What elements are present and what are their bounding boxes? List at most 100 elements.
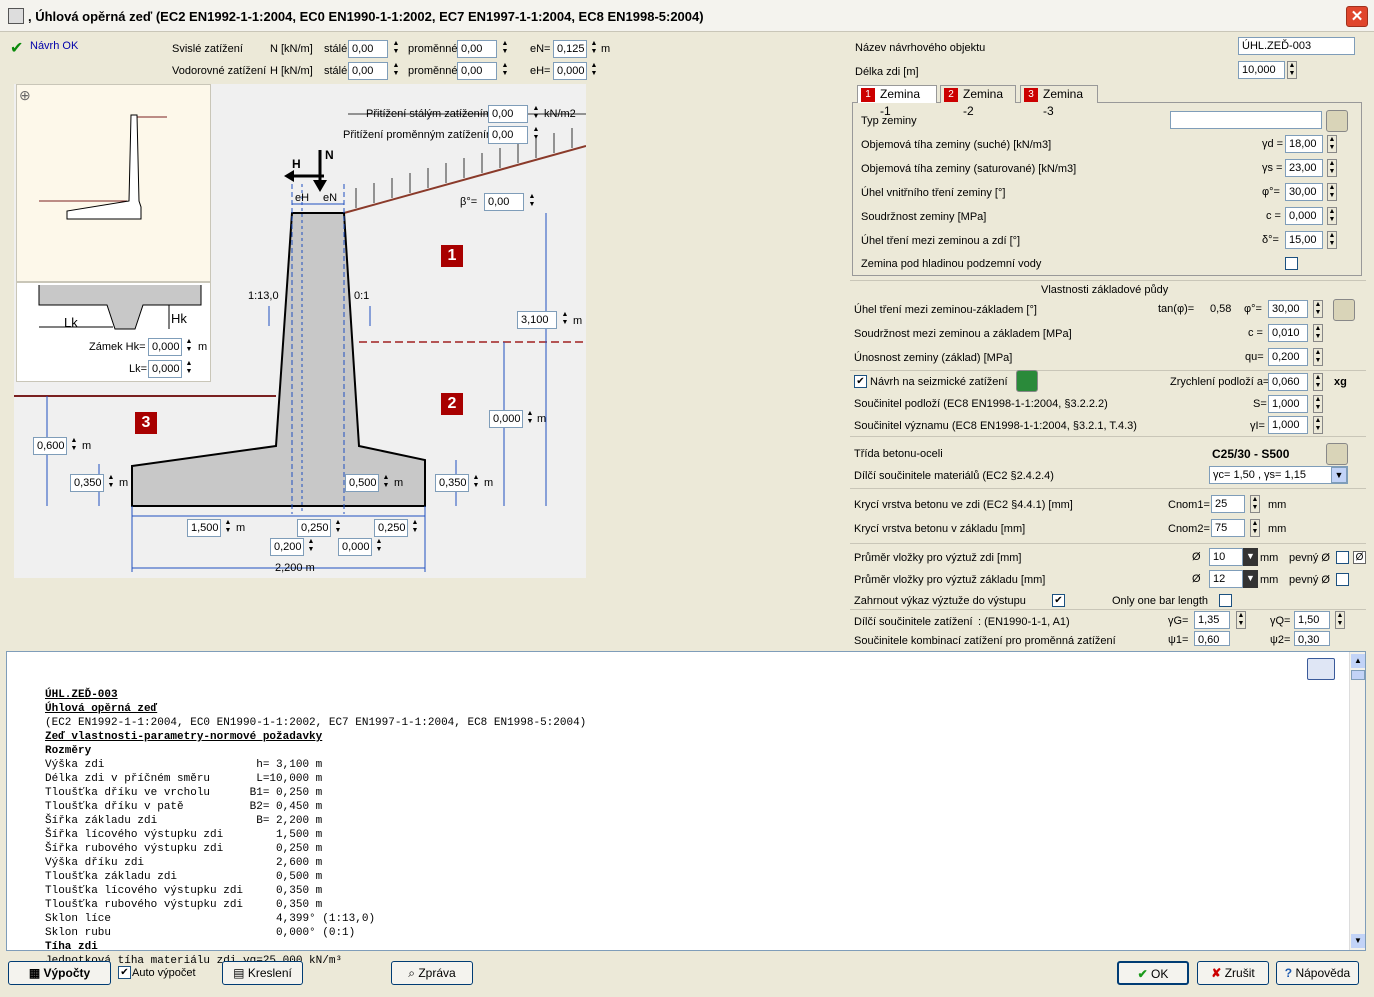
scroll-thumb[interactable]: [1351, 670, 1365, 680]
height-spinner[interactable]: ▲ ▼: [560, 311, 570, 329]
dry-weight-input[interactable]: 18,00: [1285, 135, 1323, 153]
front-batter-input[interactable]: 0,200: [270, 538, 304, 556]
base-cohesion-input[interactable]: 0,010: [1268, 324, 1308, 342]
chevron-down-icon[interactable]: ▼: [1243, 548, 1258, 566]
gamma-g-spinner[interactable]: ▲ ▼: [1236, 611, 1246, 629]
object-name-input[interactable]: ÚHL.ZEĎ-003: [1238, 37, 1355, 55]
n-variable-input[interactable]: 0,00: [457, 40, 497, 58]
eh-input[interactable]: 0,000: [553, 62, 587, 80]
en-spinner[interactable]: ▲ ▼: [589, 40, 599, 58]
base-cohesion-spinner[interactable]: ▲ ▼: [1313, 324, 1323, 342]
tab-soil-3[interactable]: 3 Zemina -3: [1020, 85, 1098, 118]
foundation-library-icon[interactable]: [1333, 299, 1355, 321]
eh-spinner[interactable]: ▲ ▼: [589, 62, 599, 80]
ok-button[interactable]: ✔ OK: [1117, 961, 1189, 985]
seismic-map-icon[interactable]: [1016, 370, 1038, 392]
wall-rebar-select[interactable]: 10: [1209, 548, 1243, 566]
heel-thickness-spinner[interactable]: ▲ ▼: [471, 474, 481, 492]
auto-calc-checkbox[interactable]: ✔: [118, 966, 131, 979]
wall-length-spinner[interactable]: ▲ ▼: [1287, 61, 1297, 79]
acceleration-spinner[interactable]: ▲ ▼: [1313, 373, 1323, 391]
base-friction-input[interactable]: 30,00: [1268, 300, 1308, 318]
cover-base-spinner[interactable]: ▲ ▼: [1250, 519, 1260, 537]
stem-top-input[interactable]: 0,250: [297, 519, 331, 537]
wall-length-input[interactable]: 10,000: [1238, 61, 1285, 79]
cover-base-input[interactable]: 75: [1211, 519, 1245, 537]
front-soil-spinner[interactable]: ▲ ▼: [69, 437, 79, 455]
psi1-input[interactable]: 0,60: [1194, 631, 1230, 646]
bearing-capacity-input[interactable]: 0,200: [1268, 348, 1308, 366]
heel-thickness-input[interactable]: 0,350: [435, 474, 469, 492]
key-length-spinner[interactable]: ▲ ▼: [184, 360, 194, 378]
dry-weight-spinner[interactable]: ▲ ▼: [1327, 135, 1337, 153]
report-panel[interactable]: ÚHL.ZEĎ-003 Úhlová opěrná zeď (EC2 EN1992-…: [6, 651, 1366, 967]
n-variable-spinner[interactable]: ▲ ▼: [500, 40, 510, 58]
tab-soil-2[interactable]: 2 Zemina -2: [940, 85, 1016, 118]
surcharge-variable-spinner[interactable]: ▲ ▼: [531, 126, 541, 144]
soil-type-input[interactable]: [1170, 111, 1322, 129]
cover-wall-spinner[interactable]: ▲ ▼: [1250, 495, 1260, 513]
groundwater-checkbox[interactable]: [1285, 257, 1298, 270]
surcharge-permanent-input[interactable]: 0,00: [488, 105, 528, 123]
report-button[interactable]: ⌕ Zpráva: [391, 961, 473, 985]
base-thickness-input[interactable]: 0,500: [345, 474, 379, 492]
calculations-button[interactable]: ▦ Výpočty: [8, 961, 111, 985]
gamma-g-input[interactable]: 1,35: [1194, 611, 1230, 629]
importance-factor-input[interactable]: 1,000: [1268, 416, 1308, 434]
help-button[interactable]: ? Nápověda: [1276, 961, 1359, 985]
back-batter-spinner[interactable]: ▲ ▼: [374, 538, 384, 556]
cohesion-spinner[interactable]: ▲ ▼: [1327, 207, 1337, 225]
friction-angle-input[interactable]: 30,00: [1285, 183, 1323, 201]
water-level-input[interactable]: 0,000: [489, 410, 523, 428]
bearing-capacity-spinner[interactable]: ▲ ▼: [1313, 348, 1323, 366]
toe-thickness-input[interactable]: 0,350: [70, 474, 104, 492]
seismic-checkbox[interactable]: ✔: [854, 375, 867, 388]
gamma-q-input[interactable]: 1,50: [1294, 611, 1330, 629]
key-height-input[interactable]: 0,000: [148, 338, 182, 356]
soil-library-icon[interactable]: [1326, 110, 1348, 132]
key-length-input[interactable]: 0,000: [148, 360, 182, 378]
scroll-up-icon[interactable]: ▲: [1351, 654, 1365, 668]
toe-length-input[interactable]: 1,500: [187, 519, 221, 537]
n-permanent-spinner[interactable]: ▲ ▼: [391, 40, 401, 58]
beta-input[interactable]: 0,00: [484, 193, 524, 211]
cohesion-input[interactable]: 0,000: [1285, 207, 1323, 225]
heel-length-input[interactable]: 0,250: [374, 519, 408, 537]
wall-rebar-fixed-checkbox[interactable]: [1336, 551, 1349, 564]
report-scrollbar[interactable]: ▲ ▼: [1349, 652, 1365, 950]
base-thickness-spinner[interactable]: ▲ ▼: [381, 474, 391, 492]
h-variable-spinner[interactable]: ▲ ▼: [500, 62, 510, 80]
report-export-icon[interactable]: [1307, 658, 1335, 680]
chevron-down-icon[interactable]: ▼: [1243, 570, 1258, 588]
gamma-q-spinner[interactable]: ▲ ▼: [1335, 611, 1345, 629]
h-variable-input[interactable]: 0,00: [457, 62, 497, 80]
tab-soil-1[interactable]: 1 Zemina -1: [857, 85, 937, 118]
scroll-down-icon[interactable]: ▼: [1351, 934, 1365, 948]
key-height-spinner[interactable]: ▲ ▼: [184, 338, 194, 356]
close-button[interactable]: ✕: [1346, 6, 1368, 27]
n-permanent-input[interactable]: 0,00: [348, 40, 388, 58]
friction-angle-spinner[interactable]: ▲ ▼: [1327, 183, 1337, 201]
include-rebar-checkbox[interactable]: ✔: [1052, 594, 1065, 607]
heel-length-spinner[interactable]: ▲ ▼: [410, 519, 420, 537]
sat-weight-input[interactable]: 23,00: [1285, 159, 1323, 177]
cover-wall-input[interactable]: 25: [1211, 495, 1245, 513]
importance-factor-spinner[interactable]: ▲ ▼: [1313, 416, 1323, 434]
acceleration-input[interactable]: 0,060: [1268, 373, 1308, 391]
en-input[interactable]: 0,125: [553, 40, 587, 58]
beta-spinner[interactable]: ▲ ▼: [527, 193, 537, 211]
surcharge-variable-input[interactable]: 0,00: [488, 126, 528, 144]
toe-thickness-spinner[interactable]: ▲ ▼: [106, 474, 116, 492]
stem-top-spinner[interactable]: ▲ ▼: [333, 519, 343, 537]
wall-rebar-extra-icon[interactable]: Ø: [1353, 551, 1366, 564]
base-friction-spinner[interactable]: ▲ ▼: [1313, 300, 1323, 318]
wall-friction-input[interactable]: 15,00: [1285, 231, 1323, 249]
concrete-library-icon[interactable]: [1326, 443, 1348, 465]
material-factors-select[interactable]: γc= 1,50 , γs= 1,15: [1209, 466, 1348, 484]
base-rebar-fixed-checkbox[interactable]: [1336, 573, 1349, 586]
h-permanent-input[interactable]: 0,00: [348, 62, 388, 80]
soil-factor-input[interactable]: 1,000: [1268, 395, 1308, 413]
soil-factor-spinner[interactable]: ▲ ▼: [1313, 395, 1323, 413]
base-rebar-select[interactable]: 12: [1209, 570, 1243, 588]
chevron-down-icon[interactable]: ▼: [1331, 467, 1347, 483]
